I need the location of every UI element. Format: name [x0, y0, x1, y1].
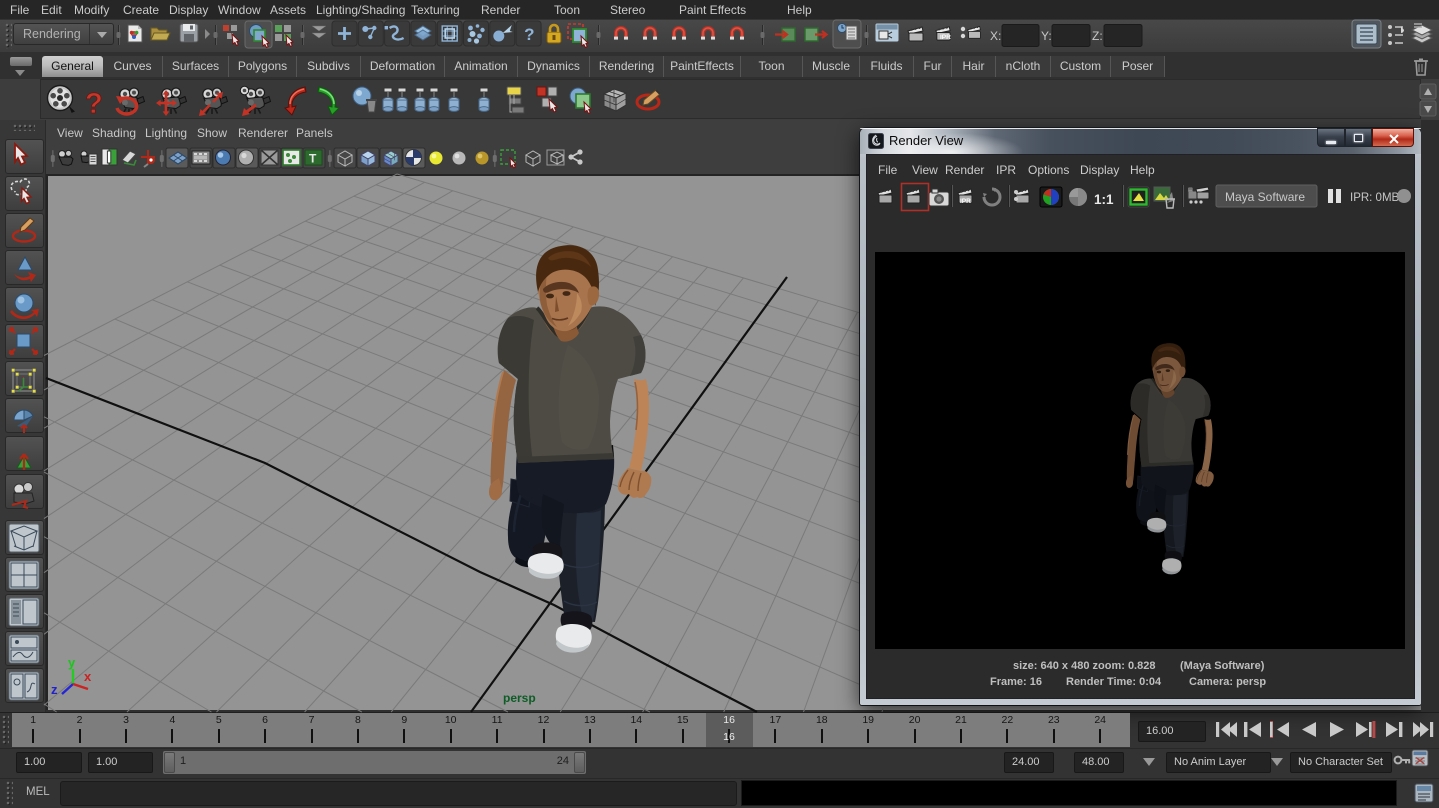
svg-text:persp: persp	[503, 691, 536, 705]
svg-text:y: y	[68, 655, 76, 670]
svg-text:x: x	[84, 669, 92, 684]
svg-text:z: z	[51, 682, 58, 697]
